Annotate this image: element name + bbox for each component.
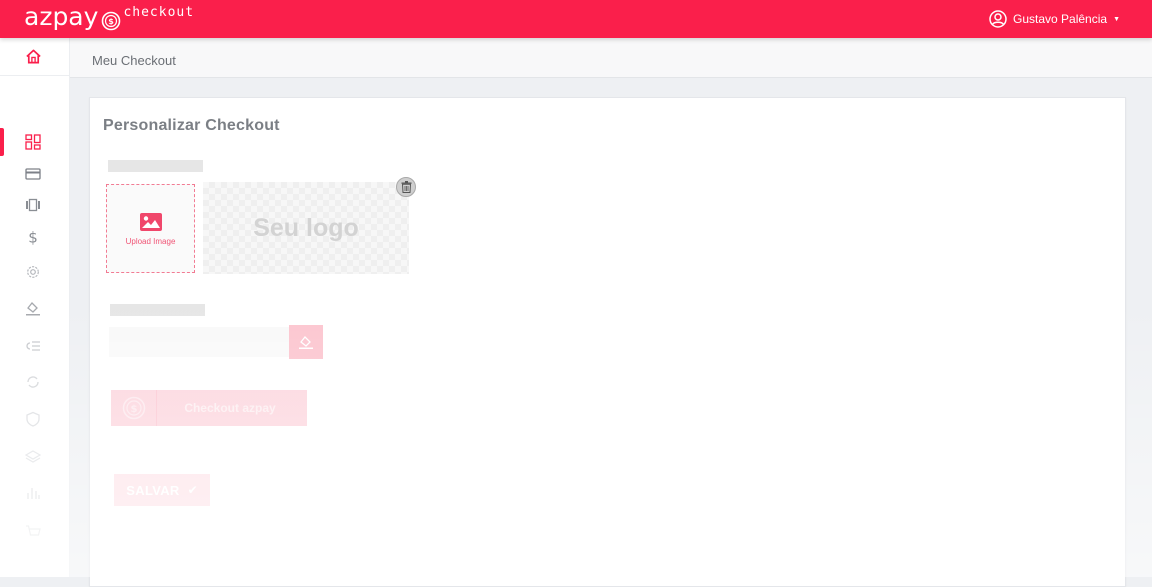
- sidebar-item-cards[interactable]: [0, 159, 70, 189]
- brand-name: azpay: [24, 2, 99, 31]
- azpay-coin-icon: $: [102, 11, 121, 31]
- breadcrumb: Meu Checkout: [70, 38, 1152, 78]
- gear-icon: [27, 266, 39, 278]
- checkout-button-label: Checkout azpay: [184, 401, 276, 415]
- svg-text:$: $: [109, 17, 115, 26]
- paint-bucket-icon: [299, 336, 313, 349]
- bar-chart-icon: [27, 488, 40, 499]
- checkout-preview-button[interactable]: $ Checkout azpay: [111, 390, 307, 426]
- sidebar-item-lists[interactable]: [0, 331, 70, 361]
- trash-icon: [401, 181, 411, 193]
- brand-logo[interactable]: azpay $ checkout: [24, 3, 194, 33]
- upload-label: Upload Image: [125, 236, 176, 246]
- page-title: Personalizar Checkout: [103, 117, 280, 134]
- sidebar-item-dashboard[interactable]: [0, 127, 70, 157]
- top-bar: azpay $ checkout Gustavo Palência ▼: [0, 0, 1152, 38]
- upload-image-button[interactable]: Upload Image: [106, 184, 195, 273]
- user-name: Gustavo Palência: [1013, 12, 1108, 26]
- layers-icon: [25, 450, 41, 463]
- color-input[interactable]: [109, 327, 289, 357]
- checkout-icon-box: $: [111, 390, 157, 426]
- sidebar-item-carousel[interactable]: [0, 190, 70, 220]
- sidebar-home[interactable]: [0, 38, 70, 76]
- save-button[interactable]: SALVAR ✔: [114, 474, 210, 506]
- logo-section-label-placeholder: [108, 160, 203, 172]
- carousel-icon: [26, 198, 40, 212]
- logo-preview: Seu logo: [203, 182, 409, 274]
- sidebar-item-finance[interactable]: $: [0, 222, 70, 252]
- sidebar: $: [0, 38, 70, 577]
- image-icon: [139, 212, 162, 231]
- svg-text:$: $: [130, 404, 137, 415]
- home-icon: [25, 49, 41, 64]
- sidebar-item-settings[interactable]: [0, 257, 70, 287]
- svg-text:$: $: [28, 229, 38, 245]
- shield-icon: [26, 411, 40, 427]
- dollar-icon: $: [28, 229, 38, 245]
- sidebar-item-reports[interactable]: [0, 478, 70, 508]
- caret-down-icon: ▼: [1113, 15, 1120, 23]
- paint-bucket-icon: [26, 302, 40, 316]
- refresh-icon: [27, 376, 39, 388]
- customize-card: Personalizar Checkout Upload Image Seu l…: [89, 97, 1126, 587]
- check-icon: ✔: [187, 483, 198, 497]
- sidebar-item-recurrence[interactable]: [0, 367, 70, 397]
- sidebar-item-shop[interactable]: [0, 517, 70, 547]
- logo-preview-text: Seu logo: [253, 213, 359, 242]
- list-check-icon: [26, 341, 40, 351]
- cart-icon: [26, 525, 41, 536]
- credit-card-icon: [25, 168, 41, 180]
- brand-product: checkout: [123, 5, 195, 20]
- sidebar-item-layers[interactable]: [0, 442, 70, 472]
- active-indicator: [0, 128, 4, 156]
- sidebar-item-appearance[interactable]: [0, 293, 70, 323]
- user-menu[interactable]: Gustavo Palência ▼: [989, 10, 1120, 28]
- save-button-label: SALVAR: [126, 482, 180, 498]
- color-picker-button[interactable]: [289, 325, 323, 359]
- sidebar-item-security[interactable]: [0, 404, 70, 434]
- azpay-coin-icon: $: [122, 396, 145, 420]
- dashboard-icon: [25, 134, 41, 150]
- delete-logo-button[interactable]: [396, 177, 416, 197]
- user-circle-icon: [989, 10, 1007, 28]
- color-section-label-placeholder: [110, 304, 205, 316]
- breadcrumb-current: Meu Checkout: [92, 53, 176, 68]
